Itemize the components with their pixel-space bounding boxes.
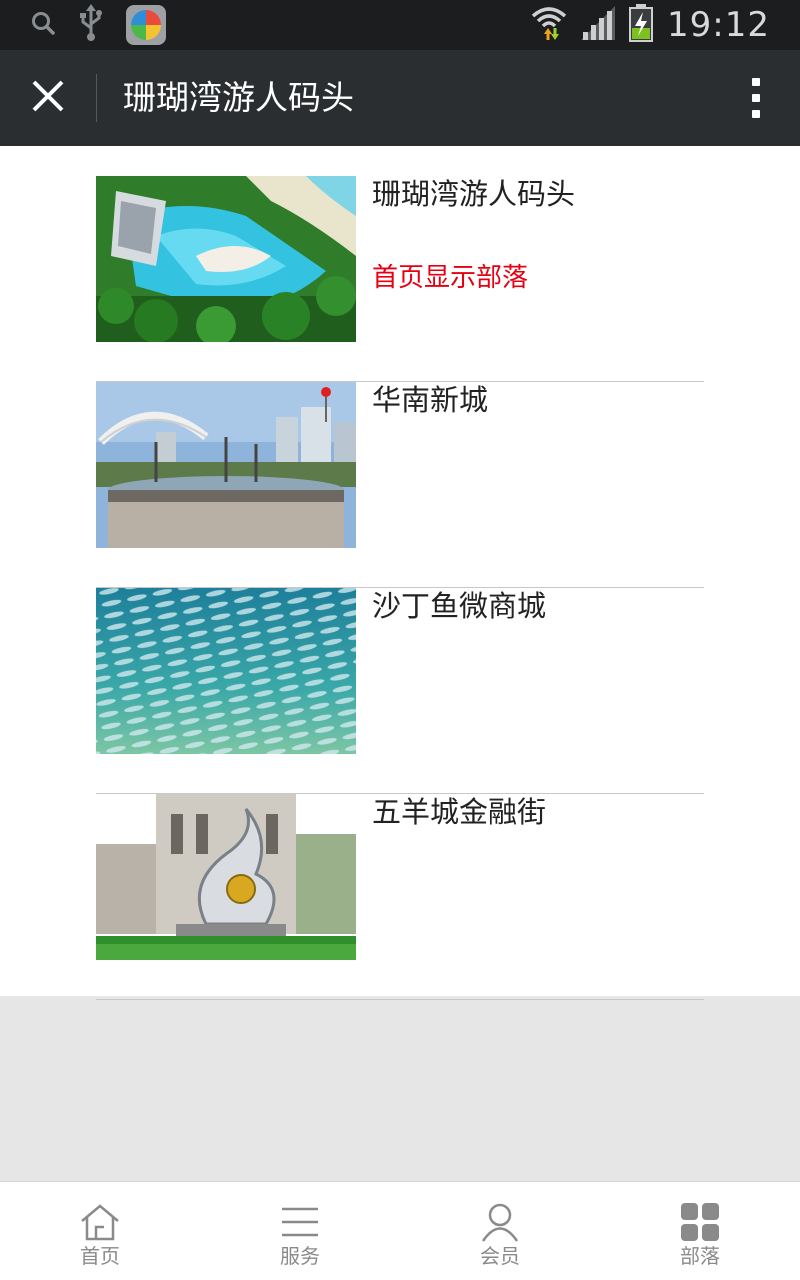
list-item[interactable]: 华南新城	[96, 382, 704, 588]
list-item[interactable]: 珊瑚湾游人码头 首页显示部落	[96, 176, 704, 382]
app-icon	[126, 5, 166, 45]
status-bar-left	[30, 4, 166, 45]
title-bar: 珊瑚湾游人码头	[0, 50, 800, 146]
homepage-tribe-label: 首页显示部落	[372, 263, 529, 293]
user-icon	[478, 1202, 522, 1242]
status-bar: 19:12	[0, 0, 800, 50]
list-item[interactable]: 五羊城金融街	[96, 794, 704, 1000]
nav-label: 部落	[680, 1244, 720, 1268]
nav-label: 会员	[480, 1244, 520, 1268]
close-icon	[31, 79, 65, 117]
list-item-title: 五羊城金融街	[372, 795, 547, 829]
nav-item-tribe[interactable]: 部落	[600, 1182, 800, 1280]
nav-item-home[interactable]: 首页	[0, 1182, 200, 1280]
more-options-button[interactable]	[746, 72, 766, 124]
more-vertical-icon-dot	[752, 94, 760, 102]
city-fountain-image	[96, 382, 356, 548]
usb-icon	[78, 4, 104, 46]
page-title: 珊瑚湾游人码头	[123, 78, 354, 117]
grid-icon	[678, 1202, 722, 1242]
signal-icon	[581, 6, 616, 44]
tribe-list: 珊瑚湾游人码头 首页显示部落 华南新城 沙丁鱼微商城 五羊城金融街	[96, 176, 704, 1000]
more-vertical-icon-dot	[752, 110, 760, 118]
bottom-nav: 首页 服务 会员 部落	[0, 1181, 800, 1280]
battery-charging-icon	[629, 4, 654, 46]
title-divider	[96, 74, 97, 122]
list-item[interactable]: 沙丁鱼微商城	[96, 588, 704, 794]
close-button[interactable]	[22, 72, 74, 124]
sardine-school-image	[96, 588, 356, 754]
wifi-icon	[531, 4, 567, 46]
home-icon	[78, 1202, 122, 1242]
list-item-title: 珊瑚湾游人码头	[372, 177, 576, 211]
list-item-title: 华南新城	[372, 383, 489, 417]
resort-pool-image	[96, 176, 356, 342]
status-time: 19:12	[667, 5, 770, 45]
status-bar-right: 19:12	[531, 4, 770, 46]
list-item-title: 沙丁鱼微商城	[372, 589, 547, 623]
nav-item-member[interactable]: 会员	[400, 1182, 600, 1280]
more-vertical-icon-dot	[752, 78, 760, 86]
list-icon	[278, 1202, 322, 1242]
search-icon	[30, 10, 56, 40]
nav-item-services[interactable]: 服务	[200, 1182, 400, 1280]
nav-label: 首页	[80, 1244, 120, 1268]
finance-street-image	[96, 794, 356, 960]
nav-label: 服务	[280, 1244, 320, 1268]
content-area: 珊瑚湾游人码头 首页显示部落 华南新城 沙丁鱼微商城 五羊城金融街	[0, 146, 800, 1000]
